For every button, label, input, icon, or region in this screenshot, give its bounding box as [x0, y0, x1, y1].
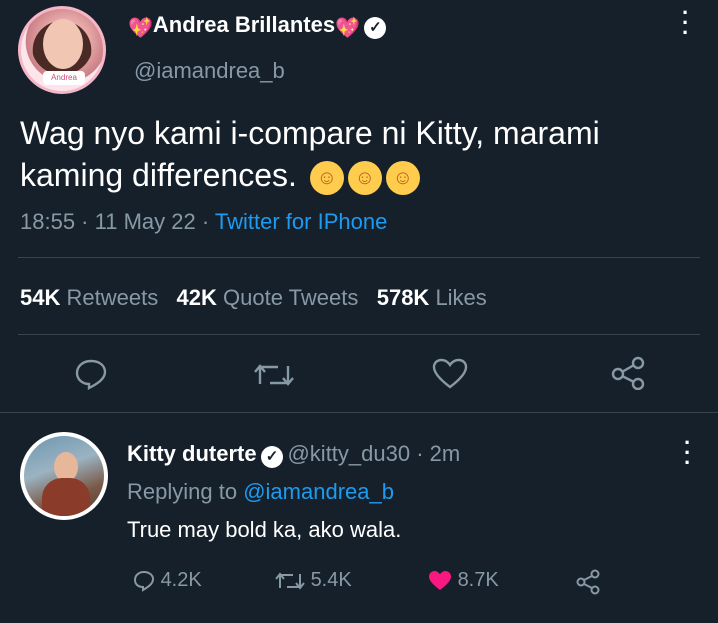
- tweet-meta: 18:55 · 11 May 22 · Twitter for IPhone: [20, 209, 388, 234]
- retweets-stat[interactable]: 54K Retweets: [20, 285, 158, 310]
- divider: [18, 334, 700, 335]
- more-options-icon[interactable]: · · ·: [682, 2, 689, 44]
- like-count: 8.7K: [457, 569, 499, 591]
- divider: [0, 412, 718, 413]
- likes-stat[interactable]: 578K Likes: [377, 285, 487, 310]
- reply-likes-action[interactable]: 8.7K: [428, 569, 499, 592]
- avatar-face: [43, 19, 83, 69]
- author-handle[interactable]: @iamandrea_b: [134, 58, 285, 84]
- heart-sparkle-icon: 💖: [128, 17, 153, 40]
- reply-author-name[interactable]: Kitty duterte: [127, 441, 257, 466]
- verified-badge-icon: ✓: [261, 445, 284, 468]
- reply-author-avatar[interactable]: [20, 432, 108, 520]
- avatar-body: [42, 478, 90, 516]
- quote-tweets-stat[interactable]: 42K Quote Tweets: [177, 285, 359, 310]
- retweet-count: 5.4K: [310, 569, 352, 591]
- tweet-text: Wag nyo kami i-compare ni Kitty, marami …: [20, 112, 710, 196]
- tweet-time[interactable]: 18:55: [20, 209, 75, 234]
- replying-to-link[interactable]: @iamandrea_b: [243, 479, 394, 504]
- share-icon[interactable]: [575, 569, 601, 595]
- tweet-stats: 54K Retweets 42K Quote Tweets 578K Likes: [20, 285, 487, 311]
- smiling-face-emoji: ☺: [347, 160, 382, 195]
- divider: [18, 257, 700, 258]
- smiling-face-emoji: ☺: [309, 160, 344, 195]
- replying-to-prefix: Replying to: [127, 479, 238, 504]
- retweet-icon: [275, 572, 305, 590]
- heart-sparkle-icon: 💖: [335, 17, 360, 40]
- author-name[interactable]: Andrea Brillantes: [153, 12, 335, 37]
- tweet-date[interactable]: 11 May 22: [95, 209, 196, 234]
- author-name-row[interactable]: 💖Andrea Brillantes💖 ✓: [128, 12, 387, 40]
- reply-count: 4.2K: [160, 569, 202, 591]
- reply-icon: [133, 570, 155, 592]
- tweet-source-link[interactable]: Twitter for IPhone: [215, 209, 387, 234]
- reply-age[interactable]: 2m: [430, 441, 461, 466]
- reply-header: Kitty duterte ✓ @kitty_du30 · 2m: [127, 441, 461, 468]
- share-icon[interactable]: [610, 356, 646, 390]
- avatar-tag: Andrea: [43, 71, 85, 85]
- reply-retweets-action[interactable]: 5.4K: [275, 569, 352, 592]
- retweet-icon[interactable]: [254, 360, 294, 390]
- reply-icon[interactable]: [74, 358, 108, 390]
- replying-to-line: Replying to @iamandrea_b: [127, 479, 394, 505]
- verified-badge-icon: ✓: [364, 16, 387, 39]
- author-avatar[interactable]: Andrea: [18, 6, 106, 94]
- reply-author-handle[interactable]: @kitty_du30: [287, 441, 410, 466]
- smiling-face-emoji: ☺: [385, 160, 420, 195]
- reply-more-options-icon[interactable]: · · ·: [684, 432, 691, 474]
- reply-replies-action[interactable]: 4.2K: [133, 569, 202, 592]
- reply-text: True may bold ka, ako wala.: [127, 517, 402, 542]
- like-icon[interactable]: [432, 358, 468, 390]
- like-filled-icon: [429, 570, 451, 590]
